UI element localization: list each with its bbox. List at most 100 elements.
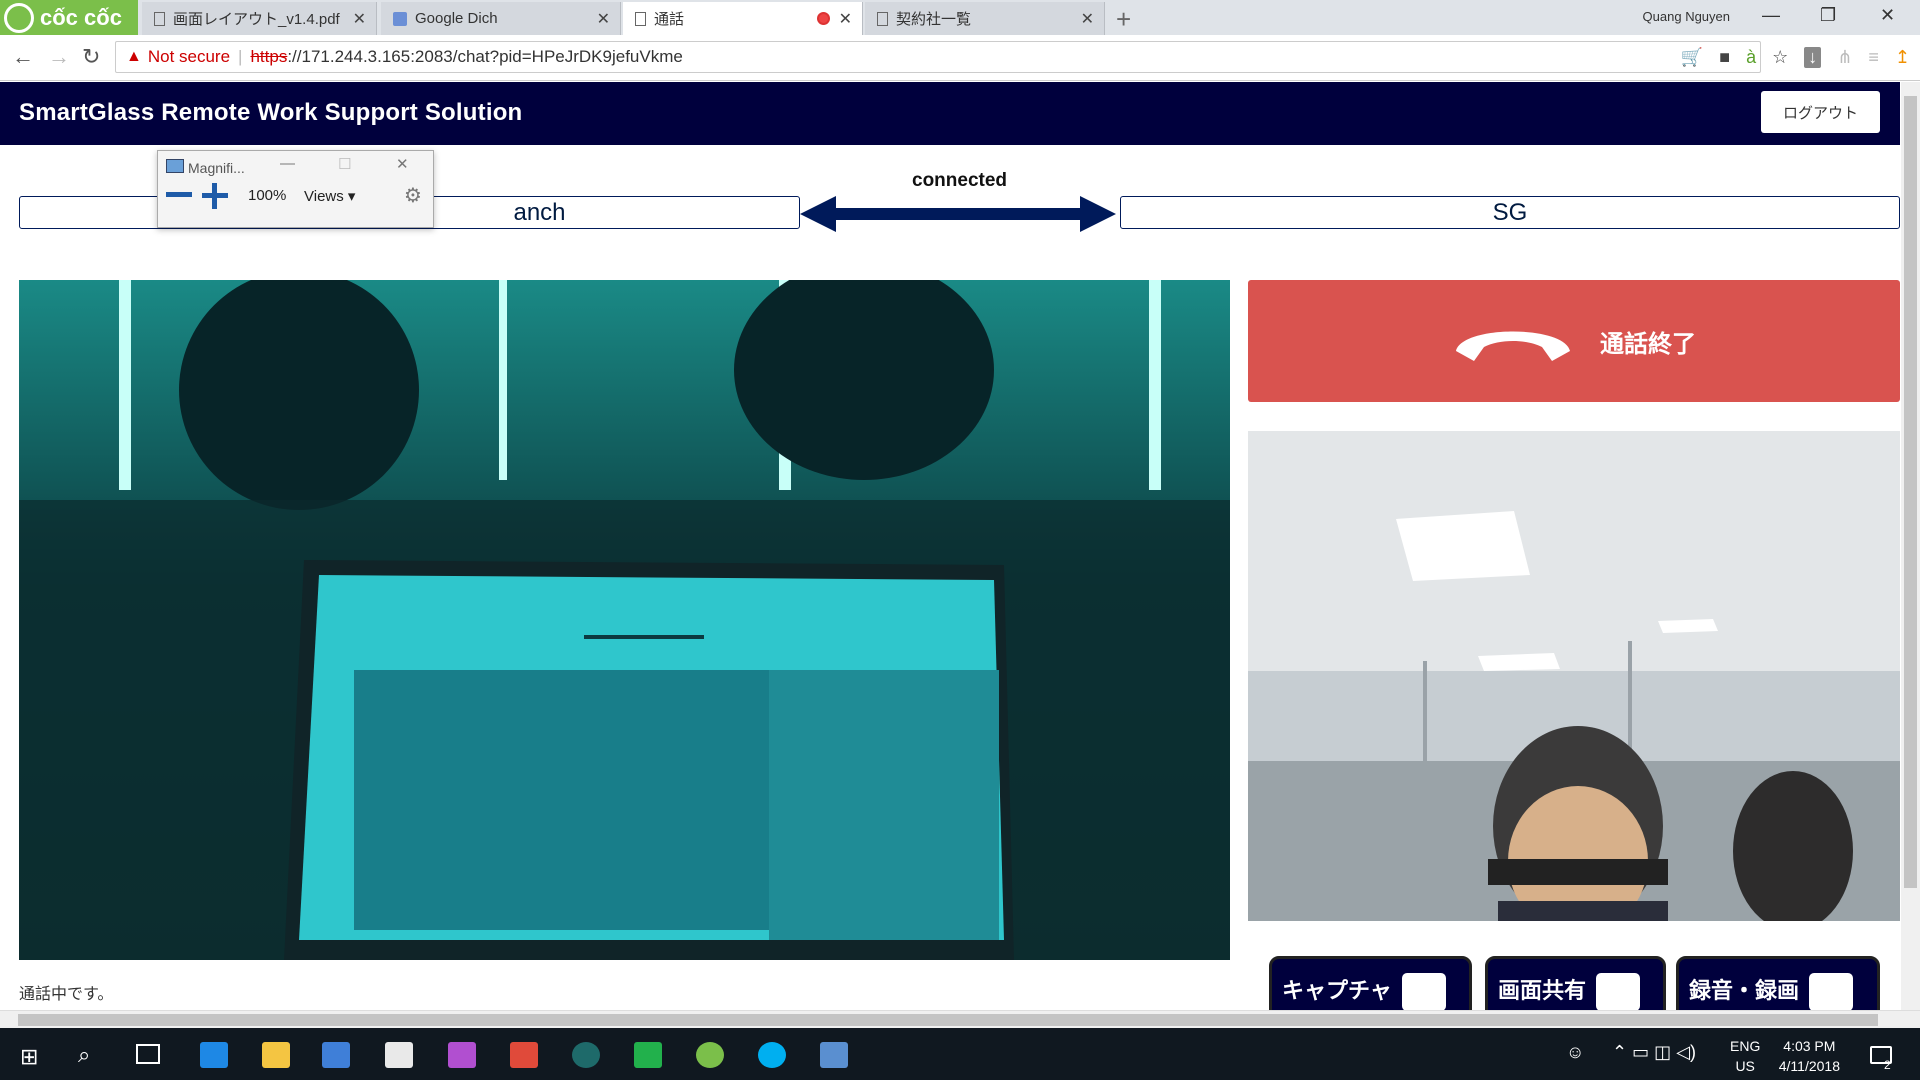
close-tab-icon[interactable]: ✕ — [839, 9, 852, 29]
window-user-name[interactable]: Quang Nguyen — [1643, 9, 1730, 24]
record-button[interactable]: 録音・録画 — [1676, 956, 1880, 1010]
magnifier-window[interactable]: Magnifi... — ☐ ✕ 100% Views ▾ ⚙ — [157, 150, 434, 228]
messenger-icon[interactable] — [448, 1042, 476, 1068]
logout-button[interactable]: ログアウト — [1761, 91, 1880, 133]
coccoc-menu-button[interactable]: cốc cốc — [0, 0, 138, 35]
end-call-label: 通話終了 — [1600, 330, 1696, 358]
clock[interactable]: 4:03 PM 4/11/2018 — [1779, 1036, 1840, 1076]
call-status-text: 通話中です。 — [19, 986, 114, 1003]
url-field[interactable]: ▲ Not secure | https ://171.244.3.165:20… — [115, 41, 1761, 73]
notification-count: 2 — [1884, 1058, 1891, 1072]
close-tab-icon[interactable]: ✕ — [597, 9, 610, 29]
forward-icon[interactable]: → — [48, 44, 70, 70]
back-icon[interactable]: ← — [12, 44, 34, 70]
windows-start-icon[interactable]: ⊞ — [20, 1044, 38, 1070]
horizontal-scrollbar-thumb[interactable] — [18, 1014, 1878, 1026]
windows-taskbar: ⊞ ⌕ ☺ ⌃ ▭ ◫ ◁) ENG US 4:03 PM 4/11/2018 … — [0, 1028, 1920, 1080]
tab-pdf[interactable]: 画面レイアウト_v1.4.pdf ✕ — [142, 2, 377, 35]
close-tab-icon[interactable]: ✕ — [1081, 9, 1094, 29]
minimize-icon[interactable]: — — [1762, 5, 1780, 26]
audio-icon[interactable]: ⋔ — [1837, 47, 1852, 68]
region-code: US — [1735, 1058, 1755, 1074]
url-text: ://171.244.3.165:2083/chat?pid=HPeJrDK9j… — [287, 47, 683, 66]
main-video-feed — [19, 280, 1230, 960]
coccoc-taskbar-icon[interactable] — [696, 1042, 724, 1068]
tab-google-dich[interactable]: Google Dich ✕ — [381, 2, 621, 35]
task-view-icon[interactable] — [136, 1044, 160, 1064]
file-explorer-icon[interactable] — [262, 1042, 290, 1068]
search-icon[interactable]: ⌕ — [78, 1042, 90, 1068]
restore-icon[interactable]: ❐ — [1820, 5, 1836, 26]
people-icon[interactable]: ☺ — [1566, 1042, 1584, 1063]
endpoint-label: anch — [513, 198, 566, 226]
magnifier-minimize-icon[interactable]: — — [280, 155, 295, 172]
magnifier-app-icon — [166, 159, 184, 173]
magnifier-taskbar-icon[interactable] — [820, 1042, 848, 1068]
connection-status: connected — [912, 170, 1008, 191]
new-tab-icon[interactable]: + — [1116, 4, 1131, 35]
magnifier-close-icon[interactable]: ✕ — [396, 155, 409, 173]
tab-title: 画面レイアウト_v1.4.pdf — [173, 11, 340, 28]
zoom-in-icon[interactable] — [202, 183, 228, 209]
tab-title: Google Dich — [415, 10, 498, 27]
browser-tab-bar: cốc cốc 画面レイアウト_v1.4.pdf ✕ Google Dich ✕… — [0, 0, 1920, 35]
app-icon[interactable] — [572, 1042, 600, 1068]
dictionary-icon[interactable]: à — [1746, 47, 1756, 68]
language-indicator[interactable]: ENG US — [1730, 1036, 1760, 1076]
menu-icon[interactable]: ≡ — [1868, 47, 1879, 68]
site-title: SmartGlass Remote Work Support Solution — [19, 99, 523, 126]
upload-icon[interactable]: ↥ — [1895, 47, 1910, 68]
views-label: Views — [304, 188, 344, 205]
git-icon[interactable] — [510, 1042, 538, 1068]
tab-contract-list[interactable]: 契約社一覧 ✕ — [865, 2, 1105, 35]
views-dropdown[interactable]: Views ▾ — [304, 187, 355, 205]
download-icon[interactable]: ↓ — [1804, 47, 1822, 68]
shopping-cart-icon[interactable]: 🛒 — [1681, 47, 1703, 68]
app-navbar: SmartGlass Remote Work Support Solution … — [0, 82, 1900, 145]
sheets-icon[interactable] — [634, 1042, 662, 1068]
screen-share-button[interactable]: 画面共有 — [1485, 956, 1666, 1010]
endpoint-sg: SG — [1120, 196, 1900, 229]
gear-icon[interactable]: ⚙ — [404, 183, 422, 208]
tray-icons[interactable]: ⌃ ▭ ◫ ◁) — [1612, 1042, 1696, 1063]
video-frame — [19, 280, 1230, 960]
edge-icon[interactable] — [200, 1042, 228, 1068]
security-label[interactable]: Not secure — [148, 47, 230, 67]
bookmark-star-icon[interactable]: ☆ — [1772, 47, 1788, 68]
share-screen-icon — [1596, 973, 1641, 1010]
magnifier-maximize-icon[interactable]: ☐ — [338, 155, 351, 173]
tab-title: 契約社一覧 — [896, 11, 972, 28]
clock-date: 4/11/2018 — [1778, 1058, 1840, 1074]
store-icon[interactable] — [322, 1042, 350, 1068]
google-translate-icon — [393, 11, 407, 26]
separator: | — [238, 47, 243, 66]
zoom-level: 100% — [248, 187, 287, 204]
document-icon — [877, 11, 888, 26]
hangup-phone-icon — [1456, 331, 1570, 361]
mail-icon[interactable] — [385, 1042, 413, 1068]
language-code: ENG — [1730, 1038, 1761, 1054]
skype-icon[interactable] — [758, 1042, 786, 1068]
clock-time: 4:03 PM — [1783, 1038, 1836, 1054]
zoom-out-icon[interactable] — [166, 192, 192, 197]
vertical-scrollbar-thumb[interactable] — [1904, 96, 1917, 888]
coccoc-logo-icon — [4, 2, 34, 33]
capture-button[interactable]: キャプチャ — [1269, 956, 1472, 1010]
document-icon — [154, 11, 165, 26]
camera-icon[interactable]: ■ — [1719, 47, 1730, 68]
end-call-button[interactable]: 通話終了 — [1248, 280, 1900, 402]
tab-call[interactable]: 通話 ✕ — [623, 2, 863, 35]
close-window-icon[interactable]: ✕ — [1880, 5, 1895, 26]
screen-share-label: 画面共有 — [1498, 978, 1587, 1003]
vertical-scrollbar[interactable] — [1901, 82, 1920, 1010]
capture-label: キャプチャ — [1282, 978, 1392, 1003]
connection-arrow-icon — [800, 196, 1116, 232]
reload-icon[interactable]: ↻ — [82, 44, 100, 70]
horizontal-scrollbar[interactable] — [0, 1010, 1920, 1028]
brand-name: cốc cốc — [40, 4, 122, 30]
camera-icon — [1401, 973, 1446, 1010]
close-tab-icon[interactable]: ✕ — [353, 9, 366, 29]
magnifier-title: Magnifi... — [188, 160, 245, 176]
address-bar-row: ← → ↻ ▲ Not secure | https ://171.244.3.… — [0, 35, 1920, 81]
tab-title: 通話 — [654, 11, 685, 28]
